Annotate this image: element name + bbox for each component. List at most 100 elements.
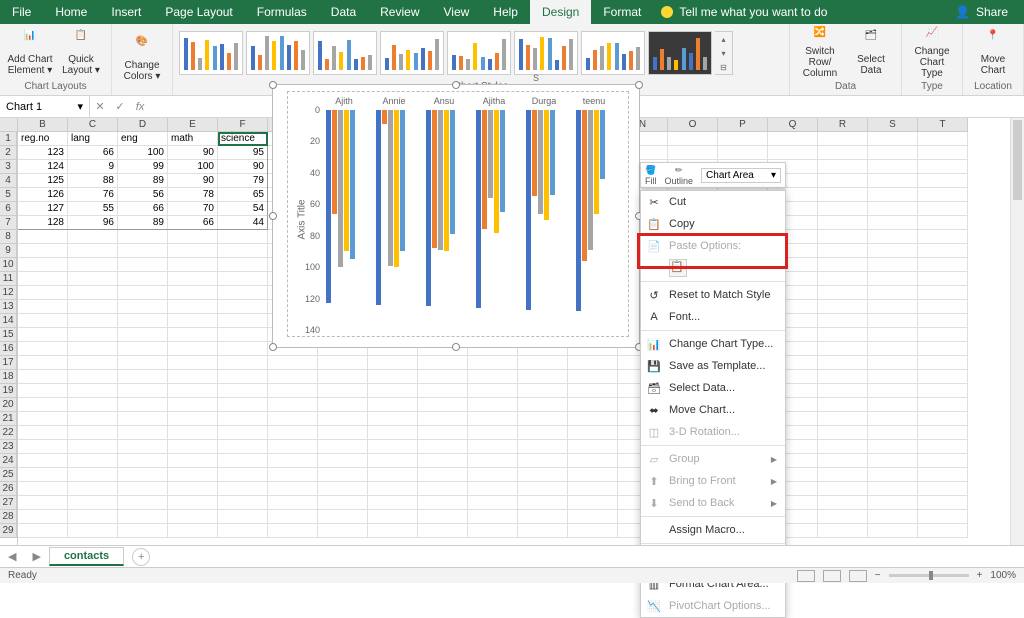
cell[interactable] [418, 412, 468, 426]
cell[interactable]: 99 [118, 160, 168, 174]
cell[interactable] [918, 398, 968, 412]
cell[interactable]: science [218, 132, 268, 146]
cell[interactable] [868, 300, 918, 314]
cell[interactable] [868, 188, 918, 202]
ctx-copy[interactable]: 📋Copy [641, 213, 785, 235]
cell[interactable] [468, 384, 518, 398]
cell[interactable] [818, 524, 868, 538]
bar[interactable] [482, 110, 487, 229]
chart-styles-more[interactable]: ▴▾⊟ [715, 31, 733, 75]
cell[interactable] [918, 286, 968, 300]
cell[interactable] [268, 510, 318, 524]
cell[interactable]: 76 [68, 188, 118, 202]
bar[interactable] [476, 110, 481, 308]
cell[interactable] [518, 370, 568, 384]
cell[interactable] [868, 202, 918, 216]
cell[interactable] [468, 510, 518, 524]
cell[interactable] [118, 398, 168, 412]
resize-handle[interactable] [269, 81, 277, 89]
name-box[interactable]: Chart 1▾ [0, 96, 90, 117]
chart-plot-area[interactable]: Axis Title 020406080100120140AjithAnnieA… [287, 91, 629, 337]
cell[interactable] [168, 426, 218, 440]
cell[interactable] [668, 132, 718, 146]
cell[interactable] [918, 132, 968, 146]
cell[interactable] [118, 356, 168, 370]
cell[interactable]: 56 [118, 188, 168, 202]
cell[interactable] [68, 356, 118, 370]
fill-button[interactable]: 🪣Fill [641, 165, 661, 186]
cell[interactable] [568, 468, 618, 482]
chart-element-selector[interactable]: Chart Area▾ [701, 168, 781, 183]
cell[interactable] [868, 216, 918, 230]
cell[interactable] [168, 384, 218, 398]
cell[interactable] [518, 384, 568, 398]
row-header[interactable]: 2 [0, 146, 17, 160]
col-header[interactable]: T [918, 118, 968, 132]
cell[interactable] [818, 454, 868, 468]
cell[interactable] [18, 286, 68, 300]
tab-view[interactable]: View [432, 0, 482, 24]
cell[interactable] [818, 496, 868, 510]
cell[interactable] [868, 454, 918, 468]
cell[interactable] [818, 384, 868, 398]
cell[interactable] [168, 398, 218, 412]
cell[interactable] [168, 286, 218, 300]
cell[interactable]: 44 [218, 216, 268, 230]
cell[interactable] [18, 370, 68, 384]
row-header[interactable]: 9 [0, 244, 17, 258]
tab-file[interactable]: File [0, 0, 43, 24]
cell[interactable] [918, 426, 968, 440]
resize-handle[interactable] [635, 81, 643, 89]
cell[interactable] [168, 412, 218, 426]
cell[interactable] [868, 314, 918, 328]
cell[interactable] [68, 300, 118, 314]
cell[interactable] [418, 468, 468, 482]
cell[interactable]: 88 [68, 174, 118, 188]
cell[interactable] [918, 440, 968, 454]
cell[interactable] [418, 398, 468, 412]
cell[interactable]: 9 [68, 160, 118, 174]
cell[interactable] [318, 370, 368, 384]
col-header[interactable]: D [118, 118, 168, 132]
cell[interactable] [168, 524, 218, 538]
cell[interactable] [368, 482, 418, 496]
cell[interactable] [568, 412, 618, 426]
cell[interactable] [218, 286, 268, 300]
cell[interactable] [468, 496, 518, 510]
cell[interactable] [918, 496, 968, 510]
row-header[interactable]: 13 [0, 300, 17, 314]
cell[interactable] [918, 454, 968, 468]
cell[interactable] [318, 440, 368, 454]
bar[interactable] [550, 110, 555, 195]
cell[interactable] [168, 440, 218, 454]
cell[interactable] [218, 356, 268, 370]
cell[interactable] [118, 496, 168, 510]
cell[interactable] [918, 370, 968, 384]
cell[interactable] [868, 356, 918, 370]
cell[interactable] [118, 468, 168, 482]
bar[interactable] [376, 110, 381, 305]
row-header[interactable]: 25 [0, 468, 17, 482]
cell[interactable] [68, 412, 118, 426]
row-header[interactable]: 4 [0, 174, 17, 188]
row-header[interactable]: 5 [0, 188, 17, 202]
cell[interactable] [768, 146, 818, 160]
cell[interactable] [918, 160, 968, 174]
bar-group[interactable] [426, 110, 466, 332]
select-all-corner[interactable] [0, 118, 18, 132]
cell[interactable] [18, 482, 68, 496]
cell[interactable] [18, 258, 68, 272]
col-header[interactable]: R [818, 118, 868, 132]
cell[interactable] [518, 440, 568, 454]
cell[interactable] [368, 510, 418, 524]
chart-style-thumb[interactable] [514, 31, 578, 75]
cell[interactable] [368, 524, 418, 538]
cell[interactable] [218, 454, 268, 468]
cell[interactable] [268, 468, 318, 482]
cell[interactable] [68, 272, 118, 286]
cell[interactable] [168, 244, 218, 258]
ctx-change-chart-type-[interactable]: 📊Change Chart Type... [641, 333, 785, 355]
cell[interactable] [818, 412, 868, 426]
cell[interactable] [518, 398, 568, 412]
cell[interactable] [868, 524, 918, 538]
